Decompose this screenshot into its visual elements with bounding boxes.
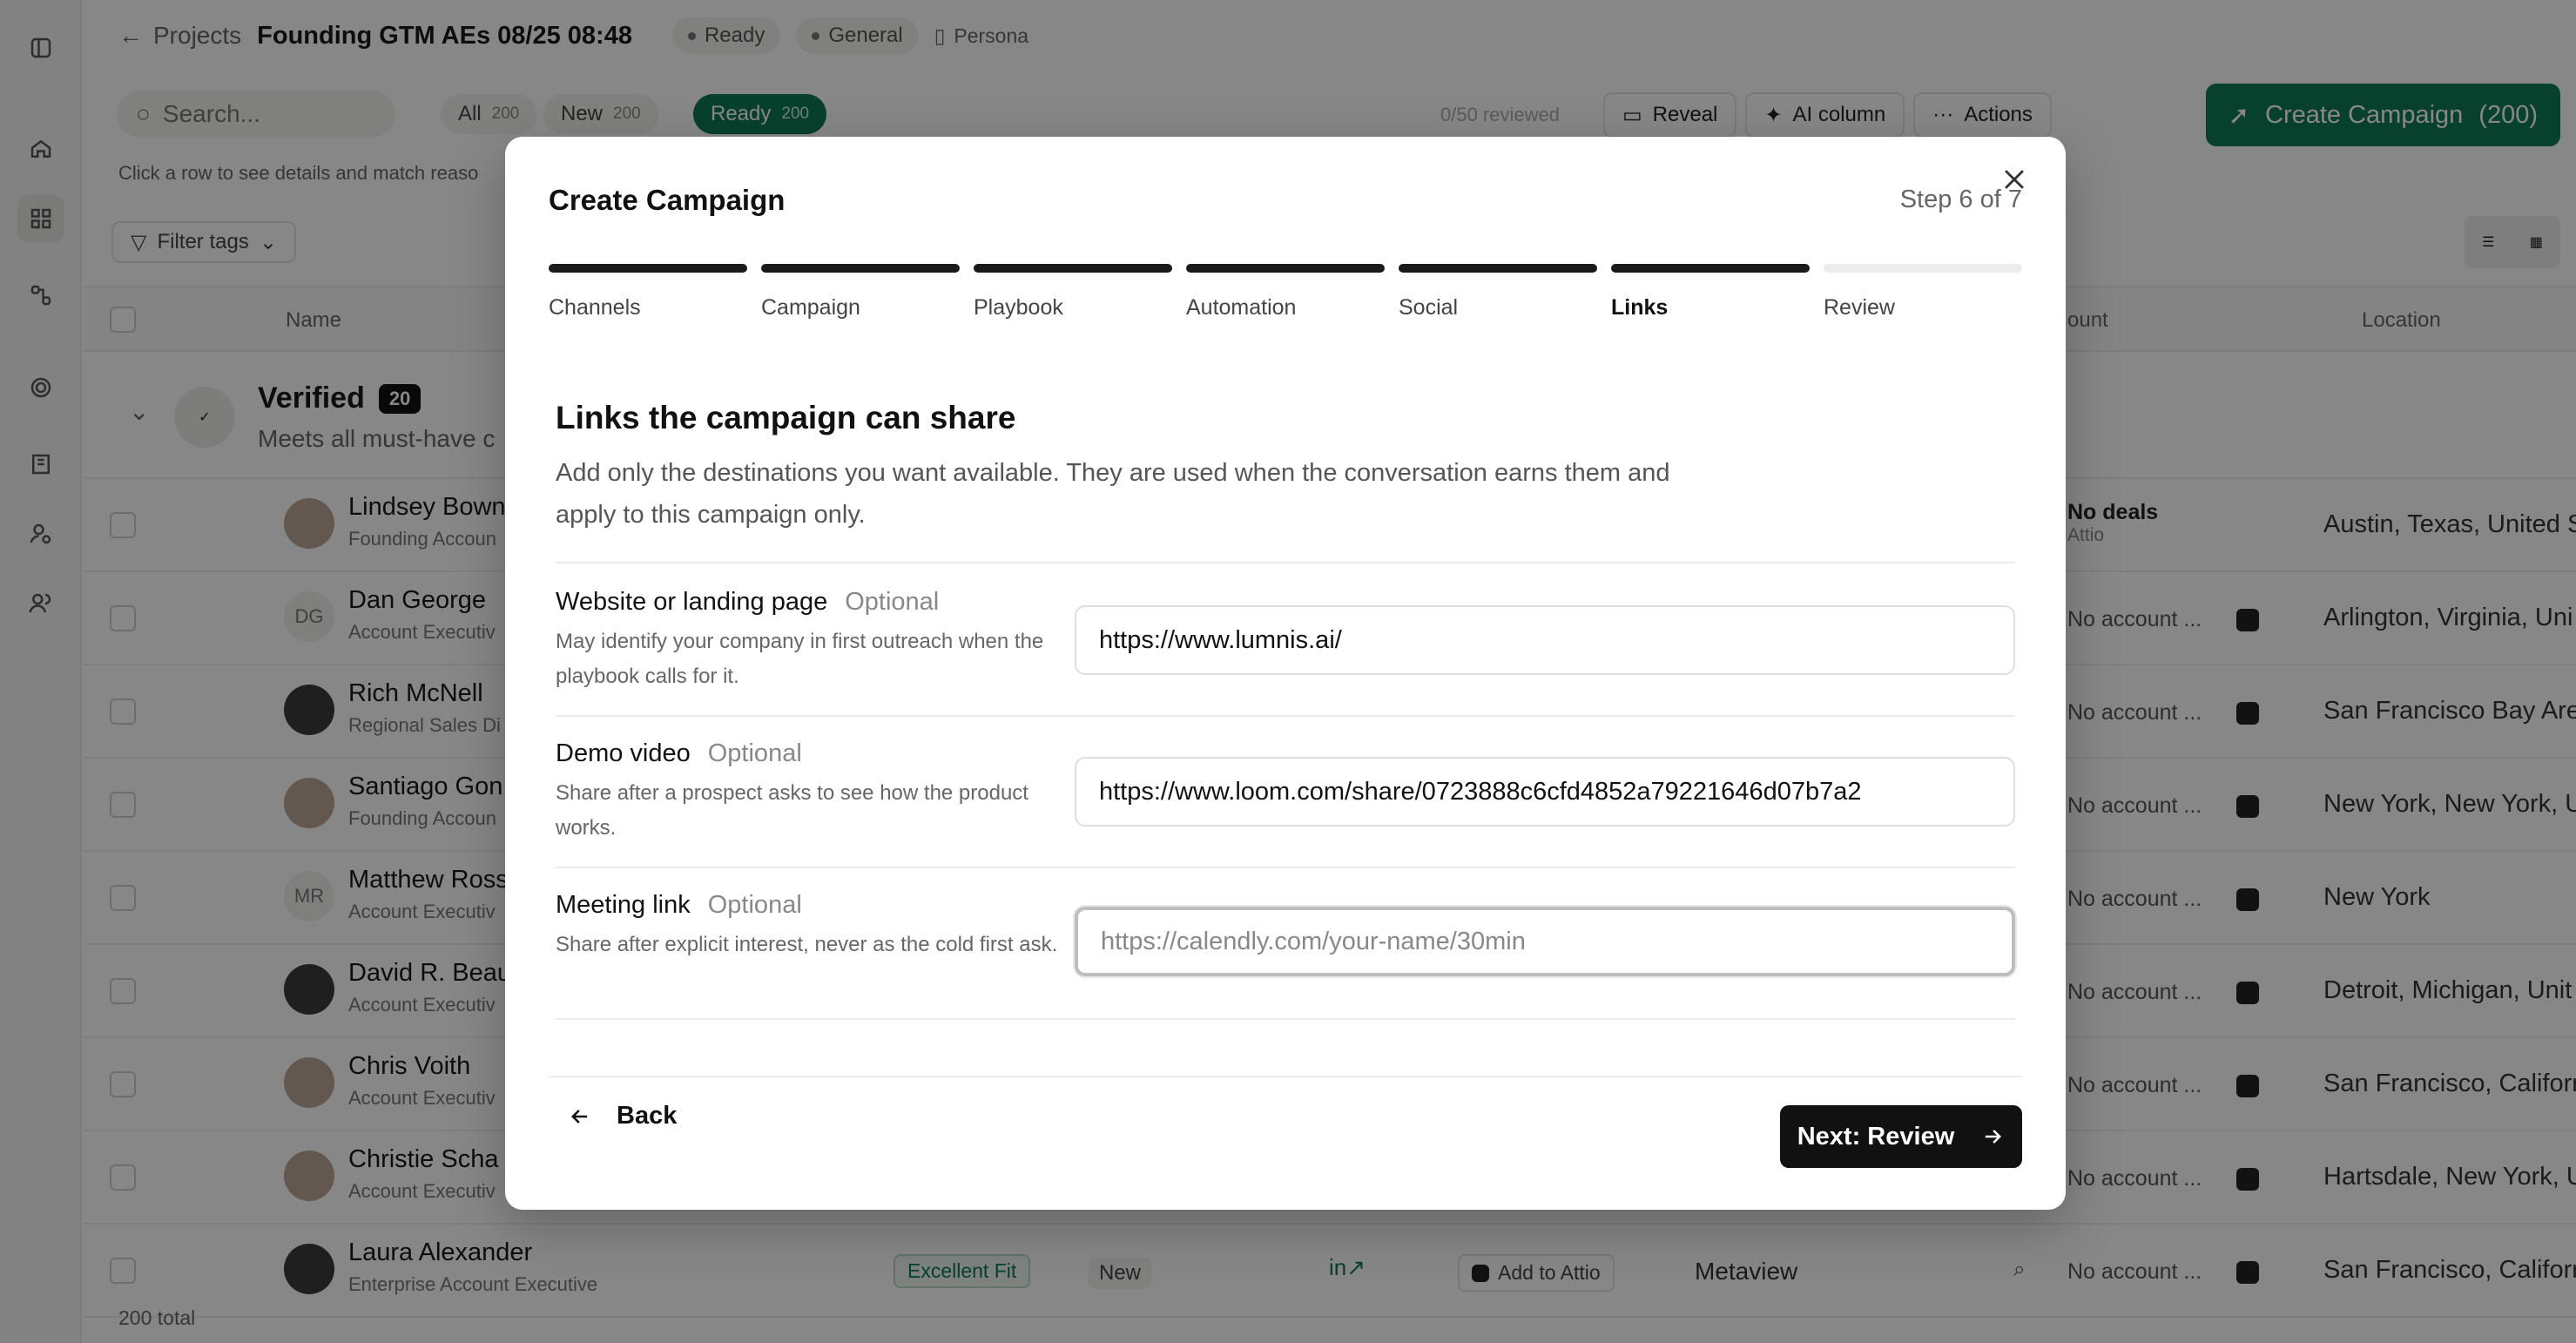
section-title: Links the campaign can share (556, 400, 1016, 435)
meeting-help: Share after explicit interest, never as … (556, 933, 1058, 956)
step-campaign[interactable]: Campaign (761, 264, 960, 321)
demo-video-input[interactable] (1075, 757, 2015, 827)
next-review-button[interactable]: Next: Review (1780, 1105, 2022, 1168)
meeting-label: Meeting link Optional (556, 891, 802, 919)
section-description: Add only the destinations you want avail… (556, 459, 1670, 529)
step-review[interactable]: Review (1824, 264, 2022, 321)
stepper: Channels Campaign Playbook Automation So… (549, 264, 2022, 320)
step-playbook[interactable]: Playbook (974, 264, 1172, 321)
arrow-left-icon (571, 1109, 588, 1124)
divider (556, 1018, 2015, 1020)
footer-divider (549, 1076, 2022, 1077)
step-social[interactable]: Social (1399, 264, 1597, 321)
divider (556, 715, 2015, 717)
divider (556, 867, 2015, 868)
step-channels[interactable]: Channels (549, 264, 747, 321)
close-icon[interactable] (1999, 165, 2029, 194)
demo-label: Demo video Optional (556, 739, 802, 767)
demo-help: Share after a prospect asks to see how t… (556, 781, 1028, 840)
website-help: May identify your company in first outre… (556, 630, 1044, 688)
modal-title: Create Campaign (549, 184, 786, 216)
arrow-right-icon (1986, 1130, 2002, 1144)
website-input[interactable] (1075, 605, 2015, 675)
website-label: Website or landing page Optional (556, 588, 940, 616)
back-button[interactable]: Back (568, 1102, 677, 1130)
meeting-link-input[interactable] (1075, 907, 2015, 976)
step-links[interactable]: Links (1611, 264, 1810, 321)
create-campaign-modal: Create Campaign Step 6 of 7 Channels Cam… (505, 137, 2066, 1210)
step-automation[interactable]: Automation (1186, 264, 1385, 321)
divider (556, 562, 2015, 564)
